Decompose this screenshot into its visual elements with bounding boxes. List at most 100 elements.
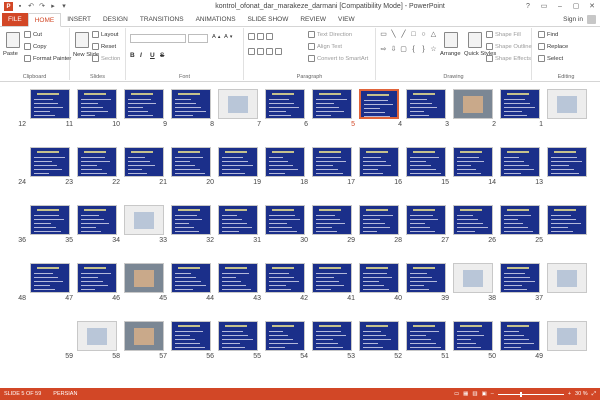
help-icon[interactable]: ? bbox=[520, 0, 536, 13]
slide-thumbnail[interactable] bbox=[171, 205, 211, 235]
arrow-shape-icon[interactable]: ⇩ bbox=[389, 46, 398, 54]
section-button[interactable]: Section bbox=[92, 55, 120, 62]
slide-thumbnail[interactable] bbox=[171, 263, 211, 293]
reset-button[interactable]: Reset bbox=[92, 43, 116, 50]
slide-thumbnail[interactable] bbox=[453, 147, 493, 177]
shape-fill-button[interactable]: Shape Fill bbox=[486, 31, 521, 38]
slide-thumbnail[interactable] bbox=[359, 263, 399, 293]
slide-thumbnail[interactable] bbox=[171, 147, 211, 177]
slide-thumbnail[interactable] bbox=[500, 89, 540, 119]
text-direction-button[interactable]: Text Direction bbox=[308, 31, 352, 38]
fit-to-window-icon[interactable]: ⤢ bbox=[592, 391, 596, 398]
slide-thumbnail[interactable] bbox=[265, 263, 305, 293]
slide-thumbnail[interactable] bbox=[453, 89, 493, 119]
paste-button[interactable]: Paste bbox=[3, 51, 18, 57]
close-icon[interactable]: ✕ bbox=[584, 0, 600, 13]
slide-thumbnail[interactable] bbox=[547, 89, 587, 119]
slide-thumbnail[interactable] bbox=[218, 89, 258, 119]
align-text-button[interactable]: Align Text bbox=[308, 43, 342, 50]
reading-view-icon[interactable]: ▥ bbox=[472, 391, 477, 397]
slide-thumbnail[interactable] bbox=[265, 147, 305, 177]
slide-thumbnail[interactable] bbox=[500, 205, 540, 235]
slide-thumbnail[interactable] bbox=[547, 205, 587, 235]
slide-thumbnail[interactable] bbox=[500, 147, 540, 177]
replace-button[interactable]: Replace bbox=[538, 43, 568, 50]
shape-outline-button[interactable]: Shape Outline bbox=[486, 43, 532, 50]
slide-thumbnail[interactable] bbox=[265, 321, 305, 351]
line-shape-icon[interactable]: ╲ bbox=[389, 31, 398, 39]
slide-thumbnail[interactable] bbox=[218, 205, 258, 235]
copy-button[interactable]: Copy bbox=[24, 43, 47, 50]
slide-thumbnail[interactable] bbox=[124, 321, 164, 351]
brace-shape-icon[interactable]: { bbox=[409, 46, 418, 54]
slide-thumbnail[interactable] bbox=[77, 89, 117, 119]
undo-icon[interactable]: ↶ bbox=[27, 3, 35, 11]
slide-thumbnail[interactable] bbox=[359, 321, 399, 351]
start-slideshow-icon[interactable]: ▸ bbox=[49, 3, 57, 11]
ribbon-display-options-icon[interactable]: ▭ bbox=[536, 0, 552, 13]
shrink-font-button[interactable]: A ▾ bbox=[224, 34, 232, 40]
slide-thumbnail[interactable] bbox=[547, 321, 587, 351]
customize-qat-icon[interactable]: ▾ bbox=[60, 3, 68, 11]
arrange-button[interactable]: Arrange bbox=[440, 51, 461, 57]
slide-thumbnail[interactable] bbox=[359, 147, 399, 177]
bold-button[interactable]: B bbox=[130, 52, 135, 59]
slide-thumbnail[interactable] bbox=[124, 147, 164, 177]
oval-shape-icon[interactable]: ○ bbox=[419, 31, 428, 39]
slide-thumbnail[interactable] bbox=[265, 205, 305, 235]
slide-thumbnail[interactable] bbox=[500, 321, 540, 351]
square-shape-icon[interactable]: □ bbox=[409, 31, 418, 39]
align-buttons[interactable] bbox=[248, 48, 282, 55]
slide-thumbnail[interactable] bbox=[171, 89, 211, 119]
slide-thumbnail[interactable] bbox=[218, 147, 258, 177]
slide-thumbnail[interactable] bbox=[30, 205, 70, 235]
tab-transitions[interactable]: TRANSITIONS bbox=[134, 13, 190, 26]
slide-thumbnail[interactable] bbox=[312, 89, 352, 119]
tab-animations[interactable]: ANIMATIONS bbox=[190, 13, 242, 26]
maximize-icon[interactable]: ▢ bbox=[568, 0, 584, 13]
tab-review[interactable]: REVIEW bbox=[294, 13, 332, 26]
underline-button[interactable]: U bbox=[150, 52, 155, 59]
slide-thumbnail[interactable] bbox=[359, 89, 399, 119]
arrow-shape-icon[interactable]: ⇨ bbox=[379, 46, 388, 54]
slide-thumbnail[interactable] bbox=[77, 263, 117, 293]
save-icon[interactable]: ▪ bbox=[16, 3, 24, 11]
slide-thumbnail[interactable] bbox=[77, 205, 117, 235]
slide-thumbnail[interactable] bbox=[218, 321, 258, 351]
tab-view[interactable]: VIEW bbox=[332, 13, 361, 26]
rounded-rect-shape-icon[interactable]: ▢ bbox=[399, 46, 408, 54]
sign-in[interactable]: Sign in bbox=[563, 13, 600, 26]
slide-thumbnail[interactable] bbox=[359, 205, 399, 235]
layout-button[interactable]: Layout bbox=[92, 31, 118, 38]
slideshow-view-icon[interactable]: ▣ bbox=[482, 391, 487, 397]
find-button[interactable]: Find bbox=[538, 31, 558, 38]
zoom-out-icon[interactable]: – bbox=[491, 391, 494, 397]
language-indicator[interactable]: PERSIAN bbox=[49, 391, 85, 397]
slide-thumbnail[interactable] bbox=[312, 205, 352, 235]
slide-thumbnail[interactable] bbox=[171, 321, 211, 351]
slide-thumbnail[interactable] bbox=[30, 263, 70, 293]
strikethrough-button[interactable]: S bbox=[160, 52, 164, 59]
slide-thumbnail[interactable] bbox=[406, 321, 446, 351]
slide-thumbnail[interactable] bbox=[30, 89, 70, 119]
brace-shape-icon[interactable]: } bbox=[419, 46, 428, 54]
bullets-button[interactable] bbox=[248, 33, 273, 40]
tab-design[interactable]: DESIGN bbox=[97, 13, 134, 26]
slide-thumbnail[interactable] bbox=[547, 147, 587, 177]
tab-file[interactable]: FILE bbox=[2, 13, 28, 26]
star-shape-icon[interactable]: ☆ bbox=[429, 46, 438, 54]
slide-thumbnail[interactable] bbox=[406, 263, 446, 293]
font-size-combo[interactable] bbox=[188, 34, 208, 43]
slide-thumbnail[interactable] bbox=[30, 147, 70, 177]
slide-thumbnail[interactable] bbox=[500, 263, 540, 293]
slide-thumbnail[interactable] bbox=[312, 147, 352, 177]
slide-thumbnail[interactable] bbox=[124, 89, 164, 119]
slide-thumbnail[interactable] bbox=[453, 263, 493, 293]
tab-insert[interactable]: INSERT bbox=[61, 13, 97, 26]
convert-smartart-button[interactable]: Convert to SmartArt bbox=[308, 55, 368, 62]
slide-thumbnail[interactable] bbox=[312, 263, 352, 293]
slide-sorter[interactable]: 1 2 3 4 5 6 7 8 9 10 11 12 13 14 15 16 17 18 19 20 21 22 23 24 2… bbox=[0, 82, 600, 388]
shapes-gallery[interactable]: ▭ ╲ ╱ □ ○ △ ⇨ ⇩ ▢ { } ☆ bbox=[379, 31, 441, 59]
format-painter-button[interactable]: Format Painter bbox=[24, 55, 71, 62]
cut-button[interactable]: Cut bbox=[24, 31, 42, 38]
